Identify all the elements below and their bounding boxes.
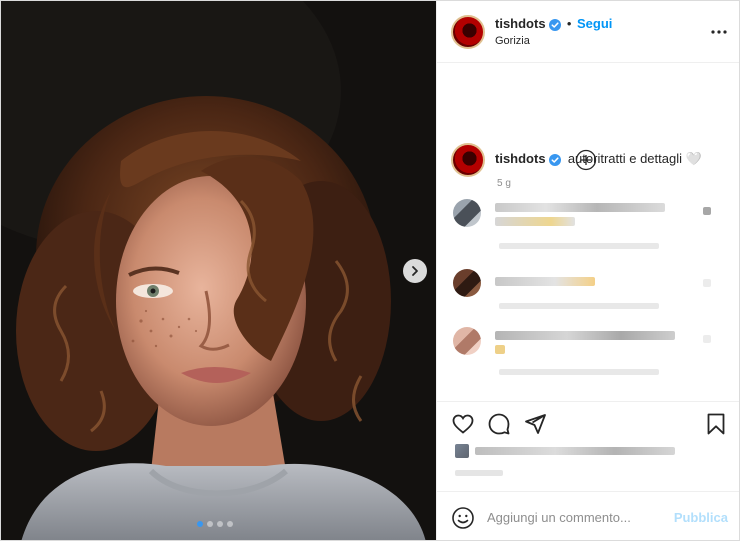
blurred-like-icon[interactable]	[703, 279, 711, 287]
blurred-likes-text	[475, 447, 675, 455]
more-options-button[interactable]	[711, 21, 727, 35]
comment-item	[437, 327, 739, 407]
blurred-comment-meta	[499, 303, 659, 309]
comment-avatar[interactable]	[453, 269, 481, 297]
blurred-post-date	[455, 470, 503, 476]
plus-circle-icon[interactable]	[575, 149, 597, 171]
blurred-comment-text	[495, 277, 595, 286]
caption-username[interactable]: tishdots	[495, 151, 546, 166]
comments-list	[437, 191, 739, 407]
carousel-dot	[207, 521, 213, 527]
caption-author-avatar[interactable]	[451, 143, 485, 177]
comment-item	[437, 263, 739, 335]
post-location[interactable]: Gorizia	[495, 35, 530, 47]
carousel-dot	[227, 521, 233, 527]
comment-item	[437, 191, 739, 263]
carousel-dot	[217, 521, 223, 527]
comment-avatar[interactable]	[453, 199, 481, 227]
carousel-next-button[interactable]	[403, 259, 427, 283]
blurred-comment-text	[495, 203, 665, 212]
post-caption: tishdots autoritratti e dettagli 🤍 5 g	[437, 63, 739, 189]
blurred-comment-text	[495, 217, 575, 226]
author-username[interactable]: tishdots	[495, 16, 546, 31]
carousel-dot	[197, 521, 203, 527]
chevron-right-icon	[412, 266, 418, 276]
post-actions-bar	[437, 401, 739, 501]
caption-line: tishdots autoritratti e dettagli 🤍	[495, 151, 702, 167]
blurred-comment-meta	[499, 369, 659, 375]
comment-icon[interactable]	[487, 412, 511, 436]
more-horizontal-icon	[711, 30, 727, 34]
blurred-comment-meta	[499, 243, 659, 249]
post-header: tishdots • Segui Gorizia	[437, 1, 739, 63]
blurred-like-icon[interactable]	[703, 335, 711, 343]
separator-dot: •	[566, 16, 572, 31]
post-details-pane: tishdots • Segui Gorizia tishdots autori…	[436, 1, 739, 540]
follow-button[interactable]: Segui	[577, 16, 612, 31]
add-comment-bar: Pubblica	[437, 491, 739, 540]
caption-timestamp[interactable]: 5 g	[497, 178, 511, 189]
comment-avatar[interactable]	[453, 327, 481, 355]
blurred-like-icon[interactable]	[703, 207, 711, 215]
heart-icon[interactable]	[451, 412, 475, 436]
author-avatar[interactable]	[451, 15, 485, 49]
post-photo[interactable]	[1, 1, 436, 540]
blurred-comment-text	[495, 331, 675, 340]
emoji-icon[interactable]	[451, 506, 475, 530]
portrait-image	[1, 1, 436, 540]
paper-plane-icon[interactable]	[523, 412, 547, 436]
verified-badge-icon	[549, 18, 562, 31]
instagram-post-window: tishdots • Segui Gorizia tishdots autori…	[0, 0, 740, 541]
verified-badge-icon	[549, 153, 562, 166]
author-name-line: tishdots • Segui	[495, 16, 612, 31]
publish-button[interactable]: Pubblica	[674, 510, 728, 525]
bookmark-icon[interactable]	[704, 412, 728, 436]
blurred-liker-avatar[interactable]	[455, 444, 469, 458]
blurred-comment-text	[495, 345, 505, 354]
carousel-indicator	[197, 521, 233, 527]
comment-input[interactable]	[487, 505, 667, 529]
